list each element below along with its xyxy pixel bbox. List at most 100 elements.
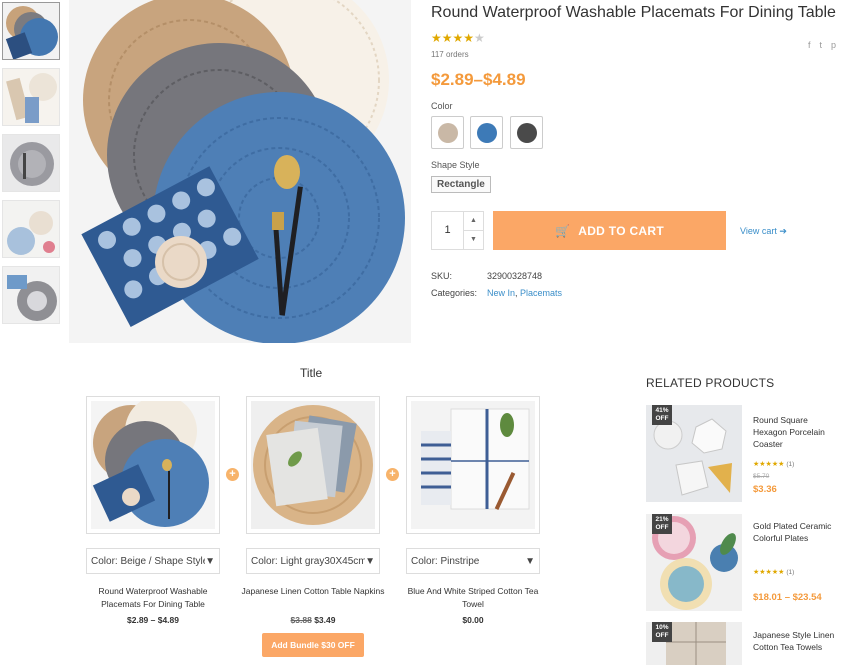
bundle-product-image-1[interactable] bbox=[86, 396, 220, 534]
bundle-product-name-1[interactable]: Round Waterproof Washable Placemats For … bbox=[81, 585, 225, 611]
quantity-stepper[interactable]: 1 ▲ ▼ bbox=[431, 211, 484, 250]
review-count: (1) bbox=[786, 569, 795, 576]
rating-stars[interactable]: ★★★★★ bbox=[431, 31, 485, 45]
placemat-thumbnail-image bbox=[3, 267, 59, 323]
sku-label: SKU: bbox=[431, 271, 453, 281]
bundle-variant-value: Color: Light gray30X45cm bbox=[251, 555, 366, 567]
main-product-image[interactable] bbox=[69, 0, 411, 343]
related-product-name[interactable]: Japanese Style Linen Cotton Tea Towels bbox=[753, 629, 841, 653]
swatch-dot bbox=[437, 122, 458, 143]
discount-badge-pct: 21% bbox=[655, 516, 669, 523]
thumbnail-1[interactable] bbox=[2, 2, 60, 60]
bundle-product-name-3[interactable]: Blue And White Striped Cotton Tea Towel bbox=[401, 585, 545, 611]
bundle-title: Title bbox=[300, 366, 323, 380]
bundle-variant-value: Color: Pinstripe bbox=[411, 555, 480, 567]
discount-badge-off: OFF bbox=[655, 632, 669, 639]
review-count: (1) bbox=[786, 461, 795, 468]
related-product-image[interactable]: 10% OFF bbox=[646, 622, 742, 665]
placemat-thumbnail-image bbox=[3, 3, 59, 59]
placemat-thumbnail-image bbox=[3, 69, 59, 125]
napkins-photo bbox=[251, 401, 375, 529]
plus-icon: + bbox=[226, 468, 239, 481]
thumbnail-5[interactable] bbox=[2, 266, 60, 324]
empty-star-icon: ★ bbox=[474, 31, 485, 45]
caret-down-icon: ▼ bbox=[525, 555, 535, 567]
cart-icon: 🛒 bbox=[555, 223, 571, 238]
thumbnail-2[interactable] bbox=[2, 68, 60, 126]
category-link-new-in[interactable]: New In bbox=[487, 288, 515, 298]
orders-count: 117 orders bbox=[431, 50, 469, 59]
caret-down-icon: ▼ bbox=[205, 555, 215, 567]
shape-style-label: Shape Style bbox=[431, 160, 480, 170]
related-product-rating: ★★★★★ (1) bbox=[753, 568, 794, 576]
bundle-variant-select-2[interactable]: Color: Light gray30X45cm ▼ bbox=[246, 548, 380, 574]
bundle-old-price: $3.88 bbox=[290, 615, 312, 625]
placemats-photo bbox=[91, 397, 215, 529]
related-product-old-price: $5.70 bbox=[753, 473, 770, 480]
related-products-title: RELATED PRODUCTS bbox=[646, 376, 775, 390]
add-to-cart-button[interactable]: 🛒 ADD TO CART bbox=[493, 211, 726, 250]
caret-down-icon: ▼ bbox=[365, 555, 375, 567]
placemat-thumbnail-image bbox=[3, 201, 59, 257]
color-swatch-beige[interactable] bbox=[431, 116, 464, 149]
color-label: Color bbox=[431, 101, 453, 111]
categories-links: New In, Placemats bbox=[487, 288, 563, 298]
arrow-right-icon: ➔ bbox=[779, 226, 787, 236]
thumbnail-gallery bbox=[2, 2, 60, 332]
facebook-icon[interactable]: f bbox=[808, 40, 811, 50]
discount-badge: 41% OFF bbox=[652, 405, 672, 425]
thumbnail-3[interactable] bbox=[2, 134, 60, 192]
view-cart-link[interactable]: View cart ➔ bbox=[740, 226, 787, 237]
discount-badge-off: OFF bbox=[655, 524, 669, 531]
plus-icon: + bbox=[386, 468, 399, 481]
placemats-photo bbox=[69, 0, 411, 343]
thumbnail-4[interactable] bbox=[2, 200, 60, 258]
discount-badge-pct: 10% bbox=[655, 624, 669, 631]
star-icons: ★★★★★ bbox=[753, 461, 785, 468]
color-swatch-blue[interactable] bbox=[470, 116, 503, 149]
view-cart-label: View cart bbox=[740, 226, 777, 236]
discount-badge-pct: 41% bbox=[655, 407, 669, 414]
discount-badge: 10% OFF bbox=[652, 622, 672, 642]
bundle-variant-select-1[interactable]: Color: Beige / Shape Style: Rectangle ▼ bbox=[86, 548, 220, 574]
color-swatch-gray[interactable] bbox=[510, 116, 543, 149]
related-product-name[interactable]: Round Square Hexagon Porcelain Coaster bbox=[753, 414, 841, 450]
discount-badge: 21% OFF bbox=[652, 514, 672, 534]
filled-star-icons: ★★★★ bbox=[431, 31, 475, 45]
bundle-product-image-3[interactable] bbox=[406, 396, 540, 534]
category-link-placemats[interactable]: Placemats bbox=[520, 288, 562, 298]
add-bundle-button[interactable]: Add Bundle $30 OFF bbox=[262, 633, 364, 657]
twitter-icon[interactable]: t bbox=[819, 40, 822, 50]
chevron-down-icon[interactable]: ▼ bbox=[464, 231, 483, 249]
placemat-thumbnail-image bbox=[3, 135, 59, 191]
product-title: Round Waterproof Washable Placemats For … bbox=[431, 4, 836, 21]
quantity-arrows: ▲ ▼ bbox=[464, 212, 483, 249]
shape-option-rectangle[interactable]: Rectangle bbox=[431, 176, 491, 193]
bundle-sale-price: $3.49 bbox=[314, 615, 336, 625]
product-price: $2.89–$4.89 bbox=[431, 70, 526, 89]
tea-towel-photo bbox=[411, 401, 535, 529]
chevron-up-icon[interactable]: ▲ bbox=[464, 212, 483, 231]
quantity-input[interactable]: 1 bbox=[432, 212, 464, 249]
related-product-image[interactable]: 41% OFF bbox=[646, 405, 742, 502]
pinterest-icon[interactable]: p bbox=[831, 40, 836, 50]
discount-badge-off: OFF bbox=[655, 415, 669, 422]
share-links: f t p bbox=[808, 40, 836, 50]
sku-value: 32900328748 bbox=[487, 271, 543, 281]
bundle-product-price-3: $0.00 bbox=[462, 615, 484, 625]
bundle-variant-select-3[interactable]: Color: Pinstripe ▼ bbox=[406, 548, 540, 574]
bundle-variant-value: Color: Beige / Shape Style: Rectangle bbox=[91, 555, 205, 567]
bundle-product-name-2[interactable]: Japanese Linen Cotton Table Napkins bbox=[241, 585, 385, 598]
bundle-product-price-1: $2.89 – $4.89 bbox=[127, 615, 179, 625]
bundle-product-image-2[interactable] bbox=[246, 396, 380, 534]
related-product-rating: ★★★★★ (1) bbox=[753, 460, 794, 468]
star-icons: ★★★★★ bbox=[753, 569, 785, 576]
add-to-cart-label: ADD TO CART bbox=[578, 223, 664, 238]
related-product-name[interactable]: Gold Plated Ceramic Colorful Plates bbox=[753, 520, 841, 544]
bundle-product-price-2: $3.88 $3.49 bbox=[241, 615, 385, 625]
related-product-image[interactable]: 21% OFF bbox=[646, 514, 742, 611]
swatch-dot bbox=[476, 122, 497, 143]
related-product-price: $18.01 – $23.54 bbox=[753, 592, 822, 603]
swatch-dot bbox=[516, 122, 537, 143]
categories-label: Categories: bbox=[431, 288, 478, 298]
